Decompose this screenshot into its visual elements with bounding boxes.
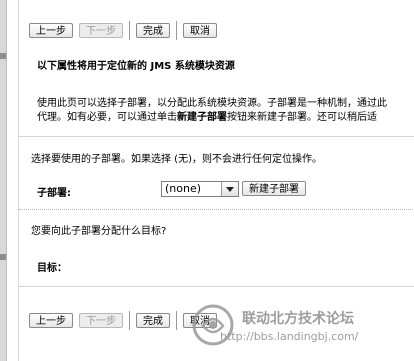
toolbar-separator — [129, 21, 130, 40]
toolbar-separator — [176, 21, 177, 40]
toolbar-separator — [129, 311, 130, 330]
new-subdeployment-button[interactable]: 新建子部署 — [242, 181, 306, 196]
targets-question: 您要向此子部署分配什么目标? — [31, 226, 167, 237]
next-button[interactable]: 下一步 — [79, 23, 123, 38]
subdeployment-select[interactable]: (none) — [161, 181, 239, 197]
section-divider — [19, 286, 414, 287]
description-line-2: 代理。如有必要，可以通过单击新建子部署按钮来新建子部署。还可以稍后适 — [37, 108, 377, 123]
next-button[interactable]: 下一步 — [79, 313, 123, 328]
top-toolbar: 上一步 下一步 完成 取消 — [29, 21, 223, 40]
subdeployment-label: 子部署: — [37, 188, 71, 199]
watermark-title: 联动北方技术论坛 — [242, 311, 354, 327]
new-subdeployment-emphasis: 新建子部署 — [177, 112, 227, 123]
finish-button[interactable]: 完成 — [136, 23, 170, 38]
select-instruction: 选择要使用的子部署。如果选择 (无)，则不会进行任何定位操作。 — [31, 154, 322, 165]
forum-watermark: 联动北方技术论坛 http://bbs.landingbj.com/ — [190, 300, 414, 356]
subdeployment-selected-value: (none) — [165, 182, 202, 195]
dotted-divider — [19, 209, 414, 210]
left-panel-edge — [0, 0, 7, 361]
edge-notch — [0, 53, 6, 59]
watermark-url: http://bbs.landingbj.com/ — [220, 330, 359, 343]
edge-notch — [0, 254, 6, 260]
previous-button[interactable]: 上一步 — [29, 313, 73, 328]
description-text: 代理。如有必要，可以通过单击 — [37, 112, 177, 123]
finish-button[interactable]: 完成 — [136, 313, 170, 328]
page-heading: 以下属性将用于定位新的 JMS 系统模块资源 — [37, 61, 235, 72]
description-text: 按钮来新建子部署。还可以稍后适 — [227, 112, 377, 123]
targets-label: 目标： — [37, 263, 67, 274]
description-line-1: 使用此页可以选择子部署，以分配此系统模块资源。子部署是一种机制，通过此 — [37, 98, 387, 109]
section-divider — [19, 136, 414, 137]
chevron-down-icon[interactable] — [221, 182, 238, 196]
toolbar-separator — [176, 311, 177, 330]
cancel-button[interactable]: 取消 — [183, 23, 217, 38]
previous-button[interactable]: 上一步 — [29, 23, 73, 38]
